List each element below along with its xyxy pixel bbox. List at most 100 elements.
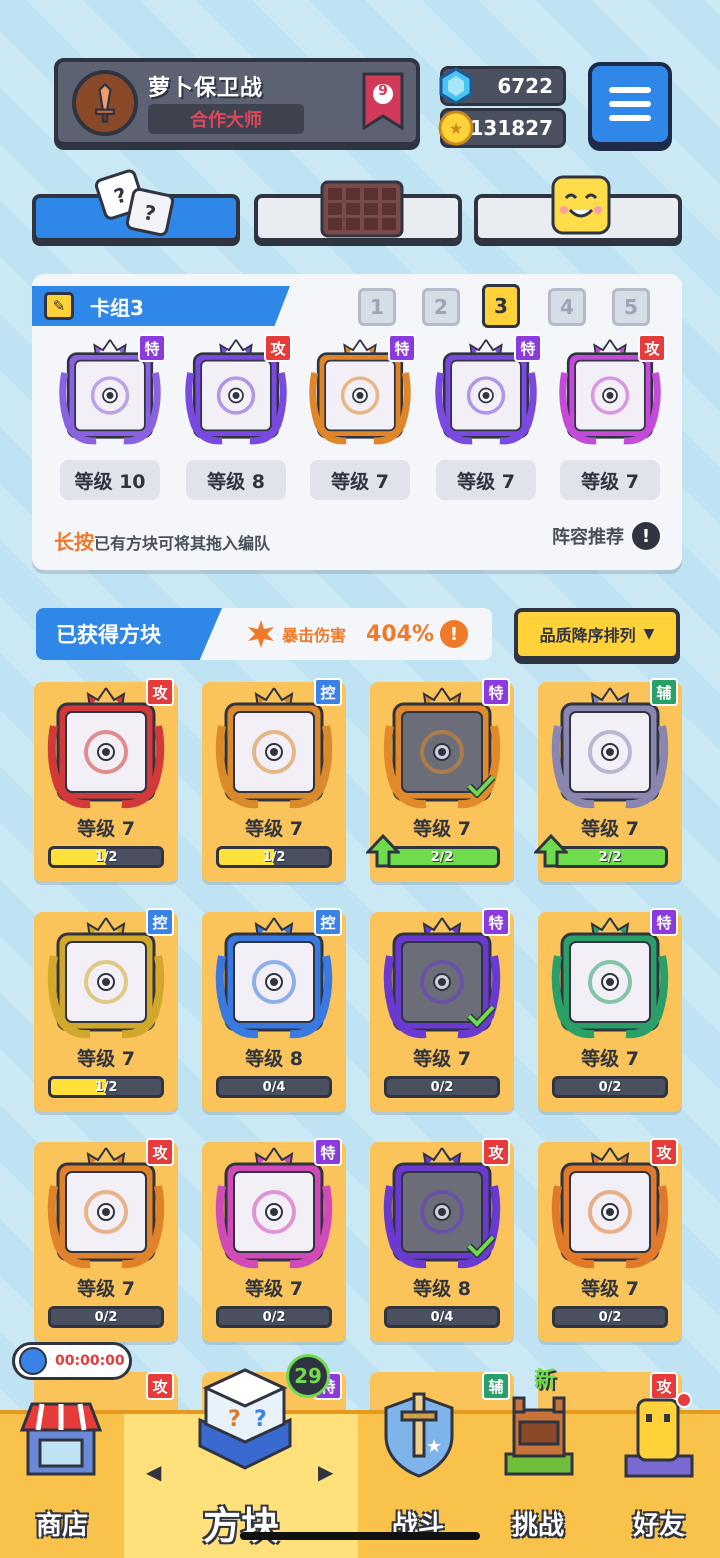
block-level: 等级 8 xyxy=(245,1048,303,1070)
sort-quality-button[interactable]: 品质降序排列 ▼ xyxy=(514,608,680,660)
nav-challenge-label: 挑战 xyxy=(511,1511,564,1541)
block-level: 等级 7 xyxy=(245,818,303,840)
type-badge: 特 xyxy=(314,1138,342,1166)
rank-badge[interactable]: 9 xyxy=(362,72,404,131)
chevron-left-icon[interactable]: ◀ xyxy=(146,1460,161,1484)
pencil-edit-icon[interactable]: ✎ xyxy=(44,292,74,320)
drag-hint-strong: 长按 xyxy=(54,530,94,554)
progress-text: 0/2 xyxy=(262,1309,286,1325)
deck-slot-1[interactable]: 1 xyxy=(358,288,396,326)
type-badge: 攻 xyxy=(146,1138,174,1166)
castle-signpost-icon xyxy=(504,1396,574,1476)
block-card[interactable]: 控等级 8 0/4 xyxy=(202,908,346,1112)
deck-slot-3[interactable]: 3 xyxy=(482,284,520,328)
upgrade-progress-bar: 1/2 xyxy=(48,1076,164,1098)
svg-text:?: ? xyxy=(254,1407,267,1432)
menu-line-icon xyxy=(609,101,651,107)
tab-emoji[interactable] xyxy=(474,175,682,242)
deck-slot-2[interactable]: 2 xyxy=(422,288,460,326)
block-card[interactable]: 控等级 7 1/2 xyxy=(34,908,178,1112)
blocks-count-badge: 29 xyxy=(286,1354,330,1398)
shop-stall-icon xyxy=(19,1402,103,1476)
deck-card-level: 等级 8 xyxy=(186,460,286,500)
upgrade-arrow-icon[interactable] xyxy=(532,833,570,868)
player-profile-panel[interactable]: 萝卜保卫战 合作大师 9 xyxy=(54,58,420,146)
type-badge: 特 xyxy=(650,908,678,936)
home-indicator[interactable] xyxy=(240,1532,480,1540)
block-level: 等级 8 xyxy=(413,1278,471,1300)
block-level: 等级 7 xyxy=(245,1278,303,1300)
nav-challenge[interactable]: 挑战 xyxy=(478,1396,598,1558)
crit-damage-stat[interactable]: 暴击伤害 404% ! xyxy=(246,618,468,650)
deck-slot-4[interactable]: 4 xyxy=(548,288,586,326)
tab-chocolate[interactable] xyxy=(254,180,462,242)
coin-counter[interactable]: ★ 131827 xyxy=(438,108,566,148)
block-level: 等级 7 xyxy=(581,1048,639,1070)
event-timer[interactable]: 00:00:00 xyxy=(12,1342,132,1380)
player-name: 萝卜保卫战 xyxy=(148,76,264,101)
deck-card[interactable]: 攻 xyxy=(556,334,666,448)
deck-card[interactable]: 特 xyxy=(306,334,416,448)
upgrade-arrow-icon[interactable] xyxy=(364,833,402,868)
deck-card[interactable]: 特 xyxy=(432,334,542,448)
nav-friends-label: 好友 xyxy=(632,1511,685,1541)
progress-text: 0/2 xyxy=(598,1079,622,1095)
chocolate-bar-icon xyxy=(320,180,404,238)
deck-card-level: 等级 7 xyxy=(436,460,536,500)
deck-card-level: 等级 7 xyxy=(310,460,410,500)
block-card[interactable]: 特等级 7 0/2 xyxy=(538,908,682,1112)
type-badge: 辅 xyxy=(650,678,678,706)
upgrade-progress-bar: 0/2 xyxy=(552,1306,668,1328)
type-badge: 特 xyxy=(482,908,510,936)
type-badge: 控 xyxy=(314,678,342,706)
type-badge: 特 xyxy=(514,334,542,362)
block-card[interactable]: 辅等级 7 2/2 xyxy=(532,678,682,882)
nav-shop[interactable]: 商店 xyxy=(0,1402,124,1558)
nav-shop-label: 商店 xyxy=(35,1511,88,1541)
tab-dice[interactable]: ? ? xyxy=(32,169,240,242)
block-card[interactable]: 控等级 7 1/2 xyxy=(202,678,346,882)
type-badge: 攻 xyxy=(146,678,174,706)
gem-counter[interactable]: 6722 xyxy=(439,66,566,106)
upgrade-progress-bar: 0/2 xyxy=(384,1076,500,1098)
coin-icon: ★ xyxy=(438,110,474,146)
crit-damage-value: 404% xyxy=(366,621,434,647)
type-badge: 攻 xyxy=(650,1138,678,1166)
block-card[interactable]: 攻等级 7 0/2 xyxy=(34,1138,178,1342)
deck-card[interactable]: 特 xyxy=(56,334,166,448)
drag-hint: 长按已有方块可将其拖入编队 xyxy=(54,526,270,555)
block-card[interactable]: 攻等级 7 1/2 xyxy=(34,678,178,882)
friend-robot-icon xyxy=(624,1392,694,1478)
deck-title-bar: ✎ 卡组3 xyxy=(32,286,290,326)
type-badge: 特 xyxy=(138,334,166,362)
rank-number: 9 xyxy=(378,83,388,99)
block-card[interactable]: 特等级 7 0/2 xyxy=(202,1138,346,1342)
block-level: 等级 7 xyxy=(413,1048,471,1070)
deck-panel: ✎ 卡组3 1 2 3 4 5 特等级 10 攻等级 8 特等级 7 特 等级 … xyxy=(32,274,682,570)
progress-text: 0/2 xyxy=(94,1309,118,1325)
main-menu-button[interactable] xyxy=(588,62,672,146)
chevron-right-icon[interactable]: ▶ xyxy=(318,1460,333,1484)
drag-hint-text: 已有方块可将其拖入编队 xyxy=(94,534,271,553)
sword-avatar-icon[interactable] xyxy=(72,70,138,136)
nav-friends[interactable]: 好友 xyxy=(598,1392,720,1558)
progress-text: 2/2 xyxy=(430,849,454,865)
block-card[interactable]: 特等级 7 0/2 xyxy=(370,908,514,1112)
dropdown-triangle-icon: ▼ xyxy=(643,626,655,642)
owned-blocks-title: 已获得方块 xyxy=(36,608,222,660)
progress-text: 0/4 xyxy=(262,1079,286,1095)
mystery-block-icon: ? ? xyxy=(198,1368,292,1470)
gem-icon xyxy=(439,67,473,105)
type-badge: 攻 xyxy=(482,1138,510,1166)
upgrade-progress-bar: 0/4 xyxy=(216,1076,332,1098)
deck-slot-5[interactable]: 5 xyxy=(612,288,650,326)
crit-damage-label: 暴击伤害 xyxy=(282,626,347,645)
deck-card[interactable]: 攻 xyxy=(182,334,292,448)
block-level: 等级 7 xyxy=(77,818,135,840)
block-card[interactable]: 特等级 7 2/2 xyxy=(364,678,514,882)
block-card[interactable]: 攻等级 7 0/2 xyxy=(538,1138,682,1342)
upgrade-progress-bar: 1/2 xyxy=(216,846,332,868)
block-card[interactable]: 攻等级 8 0/4 xyxy=(370,1138,514,1342)
type-badge: 控 xyxy=(314,908,342,936)
lineup-recommend-button[interactable]: 阵容推荐 ! xyxy=(552,522,660,550)
